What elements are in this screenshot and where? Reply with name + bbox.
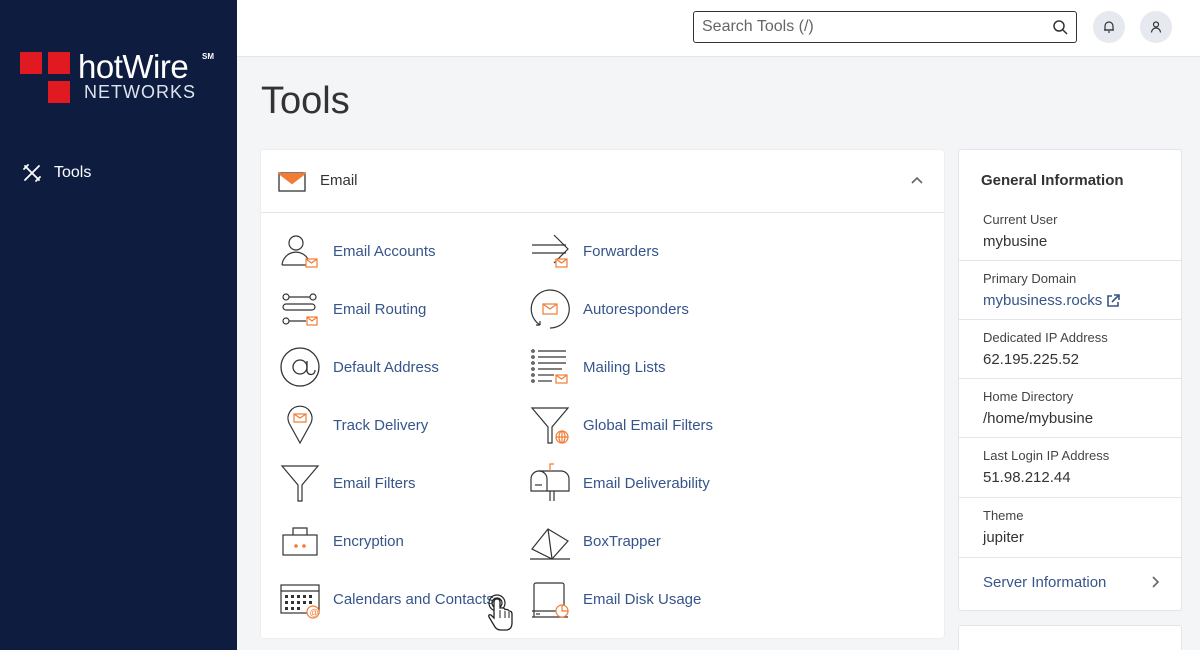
info-row-current-user: Current User mybusine bbox=[959, 202, 1181, 261]
at-sign-icon bbox=[280, 347, 320, 387]
info-label: Dedicated IP Address bbox=[983, 330, 1108, 345]
tool-email-filters[interactable]: Email Filters bbox=[278, 461, 416, 505]
sidebar: hotWire SM NETWORKS Tools bbox=[0, 0, 237, 650]
tool-label: Email Accounts bbox=[333, 242, 436, 260]
logo-square bbox=[48, 81, 70, 103]
boxtrapper-icon bbox=[530, 528, 570, 560]
autoresponder-icon bbox=[530, 289, 570, 329]
tool-label: Track Delivery bbox=[333, 416, 429, 434]
info-label: Current User bbox=[983, 212, 1058, 227]
tool-label: Email Deliverability bbox=[583, 474, 710, 492]
tool-encryption[interactable]: Encryption bbox=[278, 519, 404, 563]
svg-text:@: @ bbox=[310, 608, 319, 618]
chevron-right-icon[interactable] bbox=[1151, 575, 1161, 589]
tool-label: Email Disk Usage bbox=[583, 590, 702, 608]
logo-square bbox=[48, 52, 70, 74]
search-icon[interactable] bbox=[1052, 19, 1068, 35]
tool-email-routing[interactable]: Email Routing bbox=[278, 287, 426, 331]
brand-subtitle: NETWORKS bbox=[84, 82, 197, 102]
disk-usage-icon bbox=[532, 582, 569, 618]
tool-email-accounts[interactable]: Email Accounts bbox=[278, 229, 436, 273]
tool-label: BoxTrapper bbox=[583, 532, 661, 550]
section-title: Email bbox=[320, 172, 358, 189]
brand-logo[interactable]: hotWire SM NETWORKS bbox=[20, 48, 220, 108]
info-value: jupiter bbox=[983, 529, 1024, 546]
tool-default-address[interactable]: Default Address bbox=[278, 345, 439, 389]
sidebar-item-tools[interactable]: Tools bbox=[22, 163, 91, 183]
email-section-card: Email Email Accounts Email Routing Defau… bbox=[261, 150, 944, 638]
calendar-icon: @ bbox=[280, 584, 320, 619]
info-label: Primary Domain bbox=[983, 271, 1077, 286]
mailing-list-icon bbox=[531, 349, 568, 384]
tool-label: Global Email Filters bbox=[583, 416, 714, 434]
sidebar-item-label: Tools bbox=[54, 164, 92, 181]
info-value[interactable]: mybusiness.rocks bbox=[983, 292, 1102, 309]
user-icon bbox=[1150, 21, 1162, 33]
notifications-button[interactable] bbox=[1093, 11, 1125, 43]
tool-label: Autoresponders bbox=[583, 300, 689, 318]
brand-superscript: SM bbox=[202, 52, 214, 61]
email-section-header[interactable]: Email bbox=[261, 150, 944, 213]
filter-icon bbox=[280, 465, 320, 502]
info-value: 62.195.225.52 bbox=[983, 351, 1079, 368]
tool-calendars-contacts[interactable]: @ Calendars and Contacts bbox=[278, 577, 494, 621]
tool-label: Email Routing bbox=[333, 300, 427, 318]
tool-track-delivery[interactable]: Track Delivery bbox=[278, 403, 428, 447]
user-menu-button[interactable] bbox=[1140, 11, 1172, 43]
info-row-last-login-ip: Last Login IP Address 51.98.212.44 bbox=[959, 438, 1181, 498]
map-pin-icon bbox=[287, 405, 313, 445]
email-accounts-icon bbox=[281, 235, 318, 268]
panel-title: General Information bbox=[981, 172, 1124, 189]
info-label: Theme bbox=[983, 508, 1024, 523]
email-routing-icon bbox=[282, 293, 318, 326]
logo-square bbox=[20, 52, 42, 74]
forward-arrow-icon bbox=[532, 234, 569, 268]
tool-label: Default Address bbox=[333, 358, 439, 376]
info-row-dedicated-ip: Dedicated IP Address 62.195.225.52 bbox=[959, 320, 1181, 379]
tool-label: Encryption bbox=[333, 532, 404, 550]
info-row-theme: Theme jupiter bbox=[959, 498, 1181, 558]
encryption-icon bbox=[282, 527, 318, 556]
search-box[interactable] bbox=[693, 11, 1077, 43]
page-title: Tools bbox=[261, 80, 350, 122]
info-label: Last Login IP Address bbox=[983, 448, 1110, 463]
brand-name: hotWire bbox=[78, 48, 189, 85]
external-link-icon[interactable] bbox=[1106, 293, 1121, 308]
tool-label: Email Filters bbox=[333, 474, 416, 492]
info-label: Home Directory bbox=[983, 389, 1074, 404]
hand-cursor-icon bbox=[488, 594, 513, 631]
global-filter-icon bbox=[530, 407, 570, 444]
tool-forwarders[interactable]: Forwarders bbox=[528, 229, 659, 273]
tool-email-deliverability[interactable]: Email Deliverability bbox=[528, 461, 710, 505]
tool-label: Mailing Lists bbox=[583, 358, 666, 376]
tool-label: Calendars and Contacts bbox=[333, 590, 494, 608]
secondary-panel bbox=[958, 625, 1182, 650]
tool-autoresponders[interactable]: Autoresponders bbox=[528, 287, 689, 331]
general-info-panel: General Information Current User mybusin… bbox=[958, 149, 1182, 611]
server-information-link[interactable]: Server Information bbox=[983, 574, 1106, 591]
top-bar bbox=[237, 0, 1200, 57]
info-row-home-directory: Home Directory /home/mybusine bbox=[959, 379, 1181, 438]
tool-label: Forwarders bbox=[583, 242, 659, 260]
info-value: mybusine bbox=[983, 233, 1048, 250]
info-value: 51.98.212.44 bbox=[983, 469, 1071, 486]
info-row-primary-domain: Primary Domain mybusiness.rocks bbox=[959, 261, 1181, 320]
primary-domain-link[interactable]: mybusiness.rocks bbox=[983, 292, 1181, 309]
envelope-icon bbox=[278, 172, 306, 192]
tools-icon bbox=[23, 164, 41, 182]
bell-icon bbox=[1104, 21, 1114, 33]
tool-email-disk-usage[interactable]: Email Disk Usage bbox=[528, 577, 701, 621]
chevron-up-icon[interactable] bbox=[910, 175, 924, 185]
search-input[interactable] bbox=[694, 12, 1034, 42]
tool-boxtrapper[interactable]: BoxTrapper bbox=[528, 519, 661, 563]
info-value: /home/mybusine bbox=[983, 410, 1094, 427]
mailbox-icon bbox=[530, 463, 570, 501]
tool-global-email-filters[interactable]: Global Email Filters bbox=[528, 403, 713, 447]
tool-mailing-lists[interactable]: Mailing Lists bbox=[528, 345, 666, 389]
